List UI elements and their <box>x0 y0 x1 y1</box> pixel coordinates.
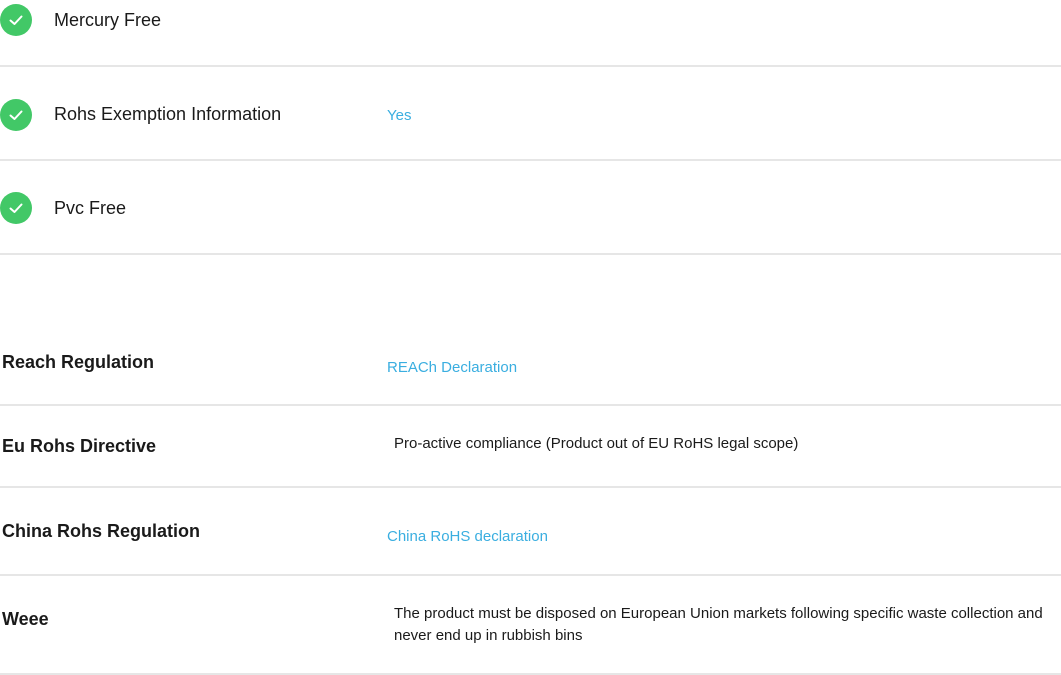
check-label: Rohs Exemption Information <box>54 104 282 124</box>
check-circle-icon <box>0 4 32 36</box>
regulation-label: Reach Regulation <box>2 352 155 372</box>
regulation-label: Eu Rohs Directive <box>2 436 157 456</box>
check-row-pvc-free: Pvc Free <box>0 161 1061 255</box>
check-row-rohs-exemption: Rohs Exemption Information Yes <box>0 65 1061 161</box>
check-row-mercury-free: Mercury Free <box>0 0 1061 67</box>
check-circle-icon <box>0 192 32 224</box>
china-rohs-declaration-link[interactable]: China RoHS declaration <box>387 528 548 545</box>
regulation-row-china-rohs: China Rohs Regulation China RoHS declara… <box>0 488 1061 576</box>
check-label: Pvc Free <box>54 198 127 218</box>
regulation-row-weee: Weee The product must be disposed on Eur… <box>0 576 1061 675</box>
check-value: Yes <box>387 107 412 124</box>
regulation-row-eu-rohs: Eu Rohs Directive Pro-active compliance … <box>0 406 1061 488</box>
regulation-value: The product must be disposed on European… <box>394 605 1043 644</box>
regulation-row-reach: Reach Regulation REACh Declaration <box>0 326 1061 406</box>
check-label: Mercury Free <box>54 10 162 30</box>
reach-declaration-link[interactable]: REACh Declaration <box>387 359 517 376</box>
check-circle-icon <box>0 99 32 131</box>
regulation-label: Weee <box>2 609 49 629</box>
regulation-value: Pro-active compliance (Product out of EU… <box>394 435 799 452</box>
regulation-label: China Rohs Regulation <box>2 521 200 541</box>
